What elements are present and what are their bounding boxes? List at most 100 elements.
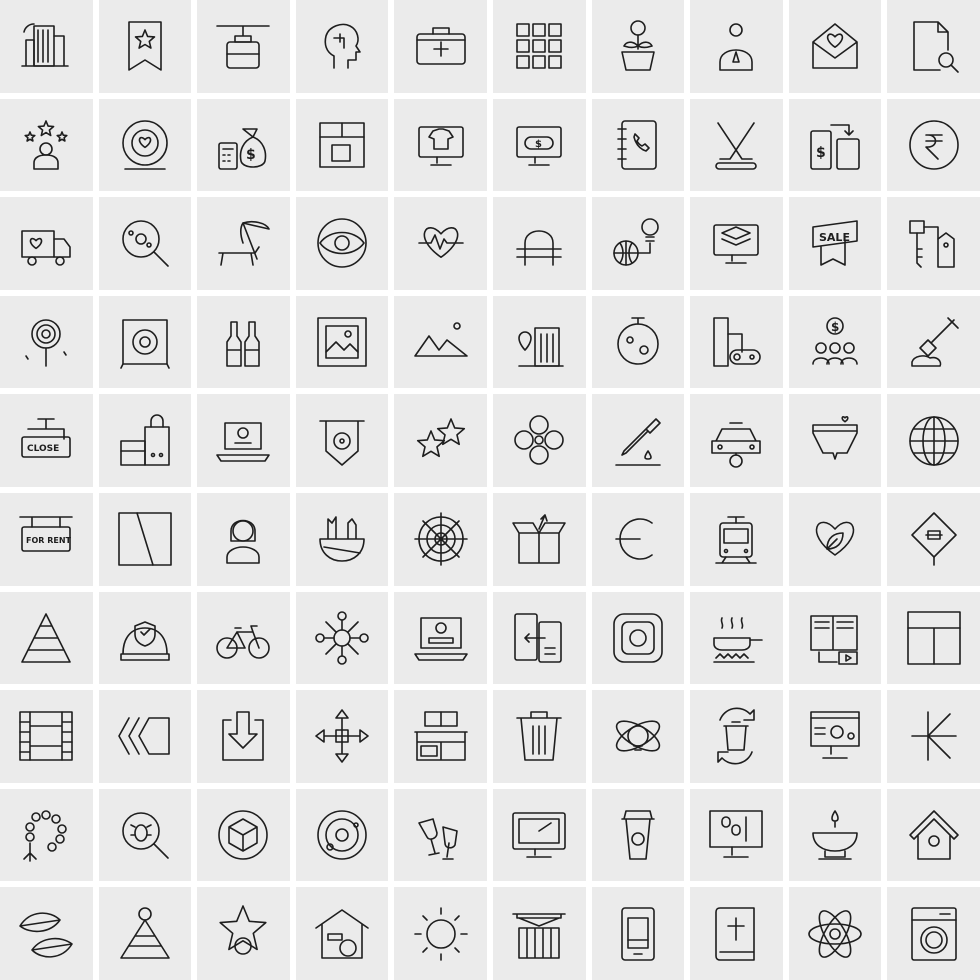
icon-cell-first-aid-kit[interactable] <box>394 0 487 93</box>
icon-cell-leaves[interactable] <box>0 887 93 980</box>
icon-cell-team-network[interactable] <box>295 591 389 685</box>
icon-cell-move-arrows[interactable] <box>295 690 389 783</box>
icon-cell-bulb-orbit[interactable] <box>591 690 685 783</box>
icon-cell-app-grid[interactable] <box>492 0 586 93</box>
icon-cell-woman-avatar[interactable] <box>197 492 290 586</box>
icon-cell-heart-leaf[interactable] <box>788 492 882 586</box>
icon-cell-container[interactable] <box>492 887 586 980</box>
icon-cell-money-bag-calculator[interactable]: $ <box>197 98 290 192</box>
icon-cell-atom[interactable] <box>788 887 882 980</box>
icon-cell-austral-sign[interactable] <box>492 197 586 290</box>
icon-cell-film-strip[interactable] <box>0 690 93 783</box>
icon-cell-coffee-cup[interactable] <box>591 788 685 882</box>
icon-cell-key-tag[interactable] <box>887 197 980 290</box>
icon-cell-square-diagonal[interactable] <box>98 492 192 586</box>
icon-cell-rupee-coin[interactable] <box>887 98 980 192</box>
icon-cell-moon-planet[interactable] <box>591 295 685 389</box>
icon-cell-laptop-login[interactable] <box>394 591 487 685</box>
icon-cell-cable-car[interactable] <box>197 0 290 93</box>
icon-cell-city-location[interactable] <box>492 295 586 389</box>
icon-cell-love-letter[interactable] <box>788 0 882 93</box>
icon-cell-helmet-shield[interactable] <box>98 591 192 685</box>
icon-cell-star-employee[interactable] <box>0 98 93 192</box>
icon-cell-business-meeting[interactable]: $ <box>788 295 882 389</box>
icon-cell-love-truck[interactable] <box>0 197 93 290</box>
icon-cell-shopping-bags[interactable] <box>98 394 192 487</box>
icon-cell-download-box[interactable] <box>197 690 290 783</box>
icon-cell-euro-sign[interactable] <box>591 492 685 586</box>
icon-cell-mind-head[interactable] <box>295 0 389 93</box>
icon-cell-bible[interactable] <box>690 887 783 980</box>
icon-cell-monitor-settings[interactable] <box>788 690 882 783</box>
icon-cell-close-sign[interactable]: CLOSE <box>0 394 93 487</box>
icon-cell-shovel[interactable] <box>887 295 980 389</box>
icon-cell-kitchen-cabinet[interactable] <box>394 690 487 783</box>
icon-cell-clover[interactable] <box>492 394 586 487</box>
icon-cell-kip-sign[interactable] <box>887 690 980 783</box>
icon-cell-solar-system[interactable] <box>295 788 389 882</box>
icon-cell-recycle-bin[interactable] <box>690 690 783 783</box>
icon-cell-3d-cube[interactable] <box>197 788 290 882</box>
icon-cell-house-gear[interactable] <box>295 887 389 980</box>
icon-cell-wine-toast[interactable] <box>394 788 487 882</box>
icon-cell-mobile-transfer[interactable] <box>492 591 586 685</box>
icon-cell-monitor[interactable] <box>492 788 586 882</box>
icon-cell-eye[interactable] <box>295 197 389 290</box>
icon-cell-mobile-card[interactable] <box>591 887 685 980</box>
icon-cell-game-controller-machine[interactable] <box>690 295 783 389</box>
icon-cell-bicycle[interactable] <box>197 591 290 685</box>
icon-cell-smart-building[interactable] <box>0 0 93 93</box>
icon-cell-phone-book[interactable] <box>591 98 685 192</box>
icon-cell-file-search[interactable] <box>887 0 980 93</box>
icon-cell-trash-bin[interactable] <box>492 690 586 783</box>
icon-cell-pyramid[interactable] <box>0 591 93 685</box>
icon-cell-spider-web[interactable] <box>394 492 487 586</box>
icon-cell-mountains[interactable] <box>394 295 487 389</box>
icon-cell-globe[interactable] <box>887 394 980 487</box>
icon-cell-fireworks[interactable] <box>394 394 487 487</box>
icon-cell-oil-lamp[interactable] <box>788 788 882 882</box>
icon-cell-washing-machine[interactable] <box>887 887 980 980</box>
icon-cell-hockey[interactable] <box>690 98 783 192</box>
icon-cell-tram[interactable] <box>690 492 783 586</box>
icon-cell-layout-window[interactable] <box>887 591 980 685</box>
icon-cell-sale-banner[interactable]: SALE <box>788 197 882 290</box>
icon-cell-tshirt-monitor[interactable] <box>394 98 487 192</box>
icon-cell-road-sign[interactable] <box>887 492 980 586</box>
icon-cell-star-coin[interactable] <box>197 887 290 980</box>
icon-cell-laptop-user[interactable] <box>197 394 290 487</box>
icon-cell-user-settings[interactable] <box>690 0 783 93</box>
icon-cell-global-idea[interactable] <box>591 197 685 290</box>
icon-cell-layers-monitor[interactable] <box>690 197 783 290</box>
icon-cell-cooking-pan[interactable] <box>690 591 783 685</box>
icon-cell-lollipop[interactable] <box>0 295 93 389</box>
icon-cell-birdhouse[interactable] <box>887 788 980 882</box>
icon-cell-bottles[interactable] <box>197 295 290 389</box>
icon-cell-beach-chair[interactable] <box>197 197 290 290</box>
icon-cell-broken-bowl[interactable] <box>295 492 389 586</box>
icon-cell-heart-coin[interactable] <box>98 98 192 192</box>
icon-cell-monitor-document[interactable] <box>690 788 783 882</box>
icon-cell-instagram[interactable] <box>591 591 685 685</box>
icon-cell-bookmark-star[interactable] <box>98 0 192 93</box>
icon-cell-underwear[interactable] <box>788 394 882 487</box>
icon-cell-dropper[interactable] <box>591 394 685 487</box>
icon-cell-bug-search[interactable] <box>98 788 192 882</box>
icon-cell-radioactive-banner[interactable] <box>295 394 389 487</box>
icon-cell-rosary[interactable] <box>0 788 93 882</box>
icon-cell-speaker-box[interactable] <box>98 295 192 389</box>
icon-cell-mobile-card-transfer[interactable]: $ <box>788 98 882 192</box>
icon-cell-online-payment-monitor[interactable]: $ <box>492 98 586 192</box>
icon-cell-for-rent-sign[interactable]: FOR RENT <box>0 492 93 586</box>
icon-cell-virus-magnifier[interactable] <box>98 197 192 290</box>
icon-cell-sun[interactable] <box>394 887 487 980</box>
icon-cell-open-box[interactable] <box>492 492 586 586</box>
icon-cell-pyramid-user[interactable] <box>98 887 192 980</box>
icon-cell-image-frame[interactable] <box>295 295 389 389</box>
icon-cell-layout-design[interactable] <box>295 98 389 192</box>
icon-cell-heart-pulse[interactable] <box>394 197 487 290</box>
icon-cell-back-arrows[interactable] <box>98 690 192 783</box>
icon-cell-money-plant[interactable] <box>591 0 685 93</box>
icon-cell-book-video[interactable] <box>788 591 882 685</box>
icon-cell-car[interactable] <box>690 394 783 487</box>
